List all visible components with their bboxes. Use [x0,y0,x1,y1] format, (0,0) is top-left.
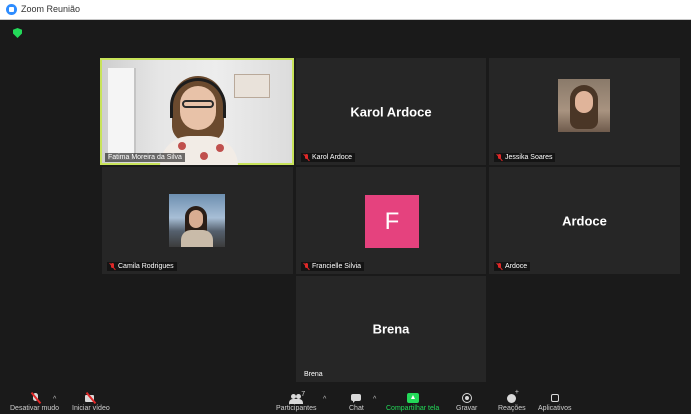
record-label: Gravar [456,405,478,412]
participant-display-name: Brena [372,321,410,337]
mic-muted-icon [497,154,502,161]
participant-video [102,60,292,165]
chat-button[interactable]: Chat [349,393,364,412]
participant-tile-francielle[interactable]: F Francielle Silvia [296,167,486,274]
participant-tile-jessika[interactable]: Jessika Soares [489,58,680,165]
reactions-label: Reações [498,405,526,412]
record-button[interactable]: Gravar [456,393,477,412]
participant-name: Francielle Silvia [312,263,362,270]
participants-count: 7 [301,391,306,398]
participant-profile-photo [169,194,225,247]
reactions-button[interactable]: Reações [498,389,526,412]
participant-name-label: Brena [301,370,326,379]
mic-muted-icon [497,263,502,270]
mic-muted-icon [28,393,42,404]
share-label: Compartilhar tela [386,405,440,412]
participant-tile-camila[interactable]: Camila Rodrigues [102,167,293,274]
participant-name-label: Camila Rodrigues [107,262,177,271]
participant-display-name: Karol Ardoce [350,104,432,119]
mic-muted-icon [110,263,115,270]
participant-avatar: F [365,195,419,248]
participant-name: Brena [304,371,323,378]
chat-icon [349,393,363,404]
chat-options-caret-icon[interactable]: ^ [373,396,376,403]
window-title: Zoom Reunião [21,4,81,14]
participant-name: Fatima Moreira da Silva [108,154,182,161]
zoom-app-icon [6,4,17,15]
participant-profile-photo [558,79,610,132]
participants-label: Participantes [276,405,317,412]
participant-name: Ardoce [505,263,528,270]
mic-muted-icon [304,154,309,161]
participant-name: Jessika Soares [505,154,553,161]
participant-name-label: Ardoce [494,262,531,271]
start-video-button[interactable]: Iniciar vídeo [72,393,110,412]
video-label: Iniciar vídeo [72,405,110,412]
audio-options-caret-icon[interactable]: ^ [53,396,56,403]
participant-name: Karol Ardoce [312,154,353,161]
mute-button[interactable]: Desativar mudo [10,393,59,412]
record-icon [460,393,474,404]
participants-button[interactable]: 7 Participantes [276,391,317,412]
meeting-toolbar: Desativar mudo ^ Iniciar vídeo 7 Partici… [0,389,691,414]
window-titlebar: Zoom Reunião [0,0,691,20]
share-screen-icon [406,393,420,404]
reactions-icon [505,389,519,404]
participant-tile-ardoce[interactable]: Ardoce Ardoce [489,167,680,274]
participant-tile-brena[interactable]: Brena Brena [296,276,486,382]
participants-options-caret-icon[interactable]: ^ [323,396,326,403]
apps-icon [548,393,562,404]
participant-name-label: Karol Ardoce [301,153,356,162]
participant-tile-karol[interactable]: Karol Ardoce Karol Ardoce [296,58,486,165]
participant-name-label: Fatima Moreira da Silva [105,153,185,162]
share-screen-button[interactable]: Compartilhar tela [386,393,439,412]
chat-label: Chat [349,405,364,412]
apps-button[interactable]: Aplicativos [538,393,571,412]
video-off-icon [84,393,98,404]
participant-name-label: Francielle Silvia [301,262,365,271]
apps-label: Aplicativos [538,405,572,412]
mic-muted-icon [304,263,309,270]
participant-name: Camila Rodrigues [118,263,174,270]
participant-tile-fatima[interactable]: Fatima Moreira da Silva [100,58,294,165]
participant-name-label: Jessika Soares [494,153,556,162]
participant-display-name: Ardoce [562,213,607,228]
participants-icon: 7 [289,391,306,404]
mute-label: Desativar mudo [10,405,60,412]
